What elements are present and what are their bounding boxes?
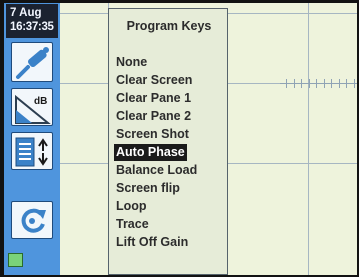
refresh-button[interactable] — [11, 201, 53, 239]
trace-tick — [323, 79, 325, 88]
menu-item-clear-pane-1[interactable]: Clear Pane 1 — [114, 89, 199, 107]
scroll-list-button[interactable] — [11, 132, 53, 170]
date-label: 7 Aug — [10, 7, 42, 19]
menu-item-loop[interactable]: Loop — [114, 197, 199, 215]
grid-line — [308, 3, 309, 275]
menu-item-clear-screen[interactable]: Clear Screen — [114, 71, 199, 89]
trace-tick — [316, 79, 317, 88]
menu-item-label: None — [116, 55, 148, 69]
menu-item-screen-flip[interactable]: Screen flip — [114, 179, 199, 197]
datetime-display: 7 Aug 16:37:35 — [6, 4, 58, 38]
menu-item-auto-phase[interactable]: Auto Phase — [114, 143, 199, 161]
menu-item-clear-pane-2[interactable]: Clear Pane 2 — [114, 107, 199, 125]
menu-item-label: Clear Pane 2 — [116, 109, 192, 123]
menu-list: None Clear Screen Clear Pane 1 Clear Pane 2… — [114, 53, 199, 251]
sidebar: 7 Aug 16:37:35 dB — [4, 3, 60, 275]
trace-tick — [301, 79, 302, 88]
trace-tick — [346, 79, 347, 88]
menu-item-none[interactable]: None — [114, 53, 199, 71]
program-keys-menu: Program Keys None Clear Screen Clear Pane … — [108, 8, 228, 275]
menu-item-balance-load[interactable]: Balance Load — [114, 161, 199, 179]
trace-tick — [331, 79, 332, 88]
screen: 7 Aug 16:37:35 dB Program Keys None Clea… — [4, 3, 357, 275]
trace-tick — [308, 79, 310, 88]
menu-item-label: Balance Load — [116, 163, 198, 177]
trace-tick — [293, 79, 295, 88]
menu-item-label: Trace — [116, 217, 149, 231]
probe-icon — [16, 47, 49, 79]
menu-item-label: Screen Shot — [116, 127, 189, 141]
list-scroll-icon — [15, 137, 48, 167]
menu-title: Program Keys — [126, 19, 212, 33]
refresh-icon — [21, 208, 46, 233]
battery-icon — [8, 253, 23, 267]
trace-tick — [353, 79, 355, 88]
menu-item-label: Loop — [116, 199, 147, 213]
device-frame: 7 Aug 16:37:35 dB Program Keys None Clea… — [0, 0, 359, 277]
menu-item-label: Clear Pane 1 — [116, 91, 192, 105]
menu-item-screen-shot[interactable]: Screen Shot — [114, 125, 199, 143]
menu-item-label: Screen flip — [116, 181, 180, 195]
db-gain-icon: dB — [15, 94, 51, 124]
gain-button[interactable]: dB — [11, 88, 53, 126]
db-label: dB — [34, 96, 47, 107]
menu-item-label: Lift Off Gain — [116, 235, 189, 249]
probe-button[interactable] — [11, 42, 53, 82]
menu-item-label: Clear Screen — [116, 73, 193, 87]
trace-tick — [338, 79, 340, 88]
trace-tick — [286, 79, 287, 88]
menu-item-label: Auto Phase — [114, 144, 187, 161]
menu-item-trace[interactable]: Trace — [114, 215, 199, 233]
time-label: 16:37:35 — [10, 21, 54, 33]
menu-item-lift-off-gain[interactable]: Lift Off Gain — [114, 233, 199, 251]
